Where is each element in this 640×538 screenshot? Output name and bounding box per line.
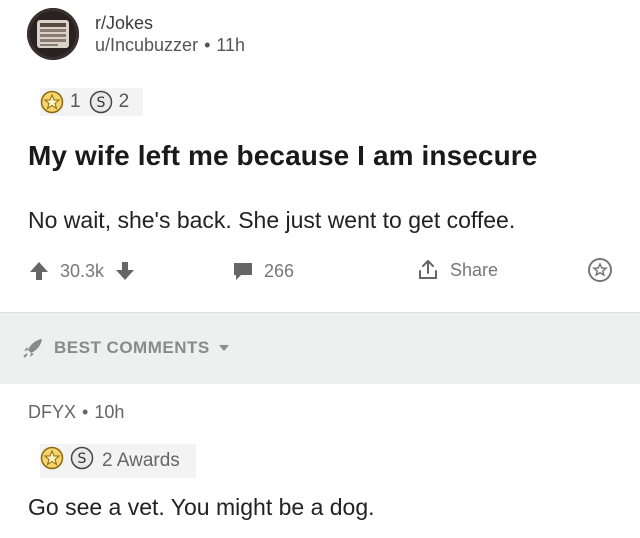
svg-text:S: S [96,95,105,111]
post-card: r/Jokes u/Incubuzzer • 11h 1 S 2 My wife l… [0,0,640,310]
gold-award-icon [40,90,64,114]
post-age: 11h [216,35,246,55]
share-label: Share [450,259,499,280]
comment-sort-bar: BEST COMMENTS [0,312,640,385]
sort-dropdown[interactable]: BEST COMMENTS [22,337,230,359]
comments-button[interactable]: 266 [232,260,304,282]
gold-award-count: 1 [70,91,81,112]
comment-icon [234,263,252,280]
author-link[interactable]: u/Incubuzzer [95,35,198,55]
post-actions: 30.3k 266 Share [0,256,640,290]
subreddit-icon [37,20,69,48]
rocket-icon [23,339,42,358]
chevron-down-icon [218,345,229,351]
save-award-button[interactable] [588,258,612,282]
post-score: 30.3k [60,260,105,281]
post-body: No wait, she's back. She just went to ge… [28,207,516,233]
comment-count: 266 [264,260,295,281]
post-awards[interactable]: 1 S 2 [40,88,144,116]
comment-awards[interactable]: S 2 Awards [40,444,196,478]
comment-item: DFYX • 10h S 2 Awards Go see a vet. You mi… [0,384,640,538]
comment-age: 10h [94,402,125,422]
post-header: r/Jokes u/Incubuzzer • 11h [27,8,245,60]
vote-group: 30.3k [28,260,136,282]
gold-award-icon [40,446,64,476]
comment-separator: • [82,402,89,422]
comment-body: Go see a vet. You might be a dog. [28,494,375,520]
silver-award-count: 2 [118,91,130,112]
silver-award-icon: S [70,446,94,476]
comment-meta: DFYX • 10h [28,402,124,423]
upvote-icon[interactable] [28,260,50,282]
post-title[interactable]: My wife left me because I am insecure [28,140,537,172]
comment-awards-label: 2 Awards [102,450,180,471]
svg-text:S: S [78,451,87,467]
post-meta: r/Jokes u/Incubuzzer • 11h [95,12,245,56]
downvote-icon[interactable] [114,260,136,282]
share-icon [419,260,437,279]
silver-award-icon: S [89,90,113,114]
award-star-icon [588,258,612,282]
subreddit-avatar[interactable] [27,8,79,60]
meta-separator: • [204,35,211,55]
sort-label: BEST COMMENTS [54,338,210,357]
author-line: u/Incubuzzer • 11h [95,34,245,56]
share-button[interactable]: Share [416,258,508,282]
comment-author[interactable]: DFYX [28,402,76,422]
subreddit-link[interactable]: r/Jokes [95,12,245,34]
